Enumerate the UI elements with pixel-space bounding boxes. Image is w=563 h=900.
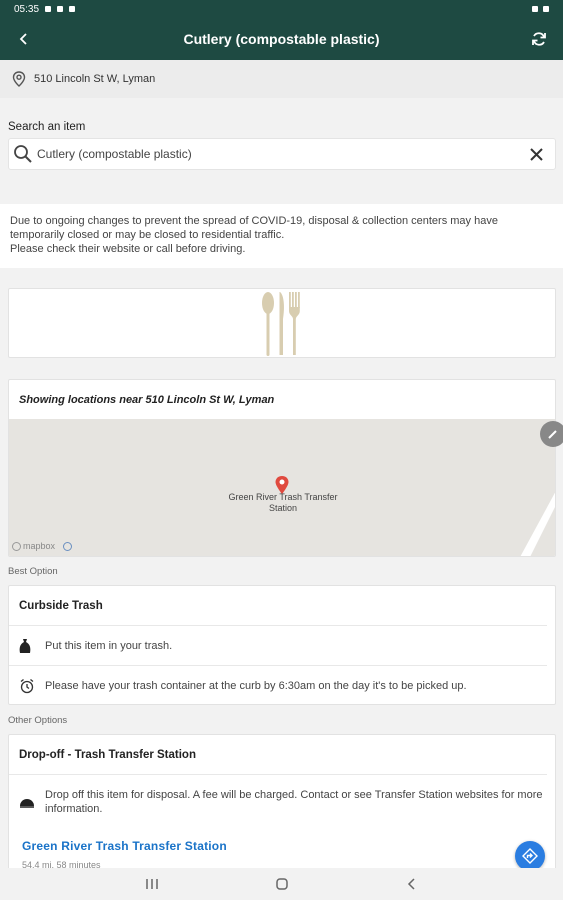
info-icon[interactable] [63, 541, 73, 551]
recents-button[interactable] [137, 869, 167, 899]
nav-back-button[interactable] [397, 869, 427, 899]
back-icon [407, 878, 415, 890]
other-option-card: Drop-off - Trash Transfer Station Drop o… [8, 734, 556, 874]
directions-button[interactable] [515, 841, 545, 871]
option-row: Drop off this item for disposal. A fee w… [9, 775, 547, 828]
location-pin-icon [12, 71, 26, 87]
pencil-icon [548, 430, 557, 439]
map-pin-label: Green River Trash Transfer Station [228, 492, 338, 513]
refresh-icon [532, 32, 546, 46]
mapbox-logo-icon [12, 541, 21, 551]
map-edit-button[interactable] [540, 421, 563, 447]
battery-icon [543, 6, 549, 12]
cutlery-icon [262, 292, 300, 356]
status-time: 05:35 [14, 3, 40, 15]
search-label: Search an item [8, 121, 86, 133]
search-icon [13, 144, 33, 164]
search-input[interactable] [37, 147, 523, 161]
mapbox-label: mapbox [23, 541, 56, 551]
map-card: Showing locations near 510 Lincoln St W,… [8, 379, 556, 557]
arrow-left-icon [19, 33, 27, 45]
dropoff-icon [19, 796, 45, 808]
search-box[interactable] [8, 138, 556, 170]
station-link[interactable]: Green River Trash Transfer Station [22, 839, 227, 853]
back-button[interactable] [0, 18, 48, 60]
best-option-label: Best Option [8, 566, 58, 577]
app-bar: Cutlery (compostable plastic) [0, 18, 563, 60]
option-row-text: Please have your trash container at the … [45, 679, 467, 692]
alarm-clock-icon [19, 678, 45, 694]
address-text: 510 Lincoln St W, Lyman [34, 73, 156, 85]
recents-icon [145, 879, 158, 889]
option-row-text: Drop off this item for disposal. A fee w… [45, 788, 543, 815]
wifi-icon [532, 6, 538, 12]
notification-icon [69, 6, 76, 12]
best-option-title: Curbside Trash [9, 586, 547, 626]
notice-text-2: Please check their website or call befor… [10, 243, 246, 255]
refresh-button[interactable] [515, 18, 563, 60]
close-icon [529, 147, 543, 161]
map-road [520, 492, 555, 556]
map-header: Showing locations near 510 Lincoln St W,… [19, 393, 275, 406]
directions-icon [522, 848, 538, 864]
other-options-label: Other Options [8, 715, 68, 726]
address-row[interactable]: 510 Lincoln St W, Lyman [0, 60, 563, 98]
option-row-text: Put this item in your trash. [45, 639, 173, 652]
system-nav-bar [0, 868, 563, 900]
notice-text: Due to ongoing changes to prevent the sp… [10, 215, 498, 241]
home-button[interactable] [267, 869, 297, 899]
clear-search-button[interactable] [523, 141, 549, 167]
page-title: Cutlery (compostable plastic) [183, 31, 380, 47]
trash-bag-icon [19, 638, 45, 654]
home-icon [275, 878, 288, 890]
mapbox-attribution[interactable]: mapbox [12, 541, 73, 551]
option-row: Put this item in your trash. [9, 626, 547, 666]
best-option-card: Curbside Trash Put this item in your tra… [8, 585, 556, 705]
other-option-title: Drop-off - Trash Transfer Station [9, 735, 547, 775]
status-bar: 05:35 [0, 0, 563, 18]
item-image-card [8, 288, 556, 358]
map-view[interactable]: Green River Trash Transfer Station mapbo… [9, 419, 555, 556]
covid-notice: Due to ongoing changes to prevent the sp… [0, 204, 563, 268]
notification-icon [57, 6, 64, 12]
option-row: Please have your trash container at the … [9, 666, 547, 705]
notification-icon [45, 6, 52, 12]
